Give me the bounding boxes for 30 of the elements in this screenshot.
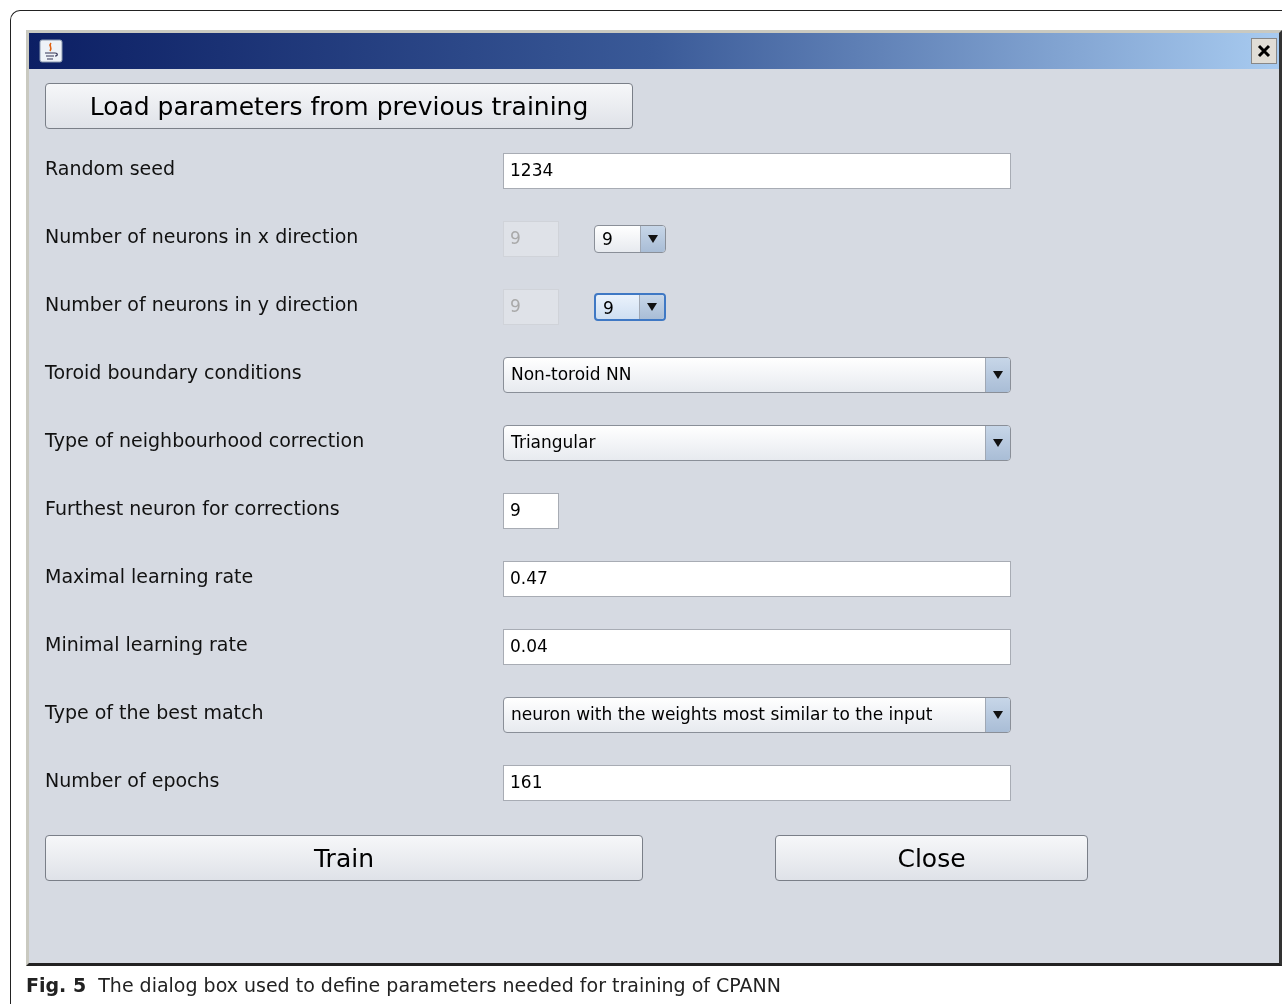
text-field[interactable]: 161 <box>503 765 1011 801</box>
load-parameters-button[interactable]: Load parameters from previous training <box>45 83 633 129</box>
field-label: Toroid boundary conditions <box>45 360 303 383</box>
app-icon <box>39 39 63 63</box>
close-dialog-button[interactable]: Close <box>775 835 1088 881</box>
dropdown-arrow-icon <box>648 235 658 243</box>
field-label: Maximal learning rate <box>45 564 255 587</box>
field-label: Number of neurons in x direction <box>45 224 360 247</box>
field-label: Type of neighbourhood correction <box>45 428 366 451</box>
dropdown[interactable]: Triangular <box>503 425 1011 461</box>
field-label: Minimal learning rate <box>45 632 249 655</box>
text-field[interactable]: 0.04 <box>503 629 1011 665</box>
dropdown-arrow-icon <box>993 711 1003 719</box>
text-field[interactable]: 1234 <box>503 153 1011 189</box>
text-field[interactable]: 9 <box>503 493 559 529</box>
field-label: Type of the best match <box>45 700 265 723</box>
dropdown[interactable]: Non-toroid NN <box>503 357 1011 393</box>
field-label: Furthest neuron for corrections <box>45 496 341 519</box>
field-label: Number of epochs <box>45 768 221 791</box>
dropdown[interactable]: neuron with the weights most similar to the input <box>503 697 1011 733</box>
text-field[interactable]: 0.47 <box>503 561 1011 597</box>
field-label: Random seed <box>45 156 177 179</box>
field-label: Number of neurons in y direction <box>45 292 360 315</box>
close-icon <box>1256 43 1272 59</box>
figure-caption: Fig. 5 The dialog box used to define parameters needed for training of CPANN <box>26 974 782 996</box>
close-button[interactable] <box>1251 38 1277 64</box>
train-button[interactable]: Train <box>45 835 643 881</box>
dropdown-arrow-icon <box>647 303 657 311</box>
dropdown-arrow-icon <box>993 439 1003 447</box>
dropdown-arrow-icon <box>993 371 1003 379</box>
